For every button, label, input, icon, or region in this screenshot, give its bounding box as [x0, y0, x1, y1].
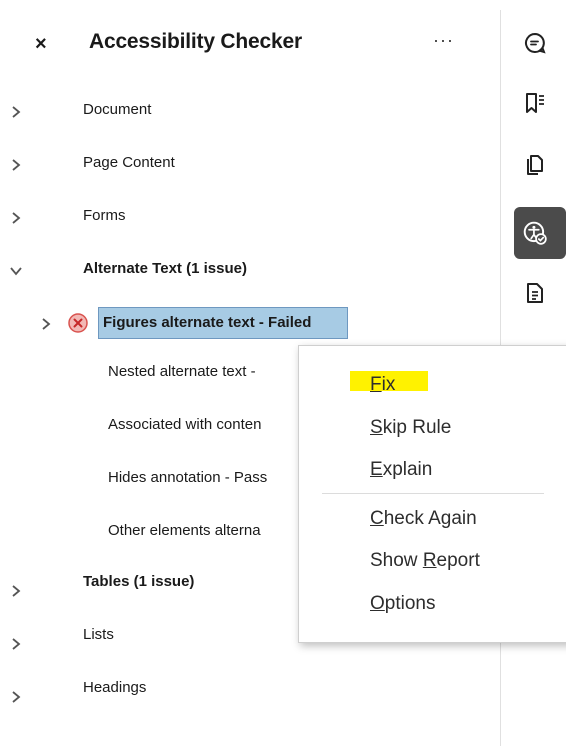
menu-item-show-report-prefix: Show — [370, 550, 423, 571]
menu-item-fix[interactable]: Fix — [370, 372, 395, 398]
menu-item-check-again-mnemonic: C — [370, 508, 384, 529]
tree-item-hides-annotation[interactable]: Hides annotation - Pass — [108, 467, 267, 489]
menu-item-options-label: ptions — [384, 593, 436, 614]
context-menu: Fix Skip Rule Explain Check Again Show R… — [298, 345, 566, 643]
chevron-right-icon[interactable] — [8, 689, 24, 705]
tree-item-alternate-text[interactable]: Alternate Text (1 issue) — [83, 258, 247, 280]
accessibility-icon[interactable] — [518, 216, 552, 250]
menu-item-explain[interactable]: Explain — [370, 457, 432, 483]
menu-item-check-again[interactable]: Check Again — [370, 506, 477, 532]
menu-item-show-report[interactable]: Show Report — [370, 548, 480, 574]
pages-copy-icon[interactable] — [518, 148, 552, 182]
panel-title: Accessibility Checker — [89, 30, 302, 53]
menu-item-fix-mnemonic: F — [370, 374, 382, 395]
tree-item-nested-alternate-text[interactable]: Nested alternate text - — [108, 361, 256, 383]
tree-item-lists[interactable]: Lists — [83, 624, 114, 646]
document-info-icon[interactable] — [518, 276, 552, 310]
tree-item-tables[interactable]: Tables (1 issue) — [83, 571, 194, 593]
close-icon[interactable]: × — [35, 33, 47, 55]
tree-item-page-content[interactable]: Page Content — [83, 152, 175, 174]
menu-item-explain-label: xplain — [382, 459, 433, 480]
chevron-right-icon[interactable] — [8, 583, 24, 599]
menu-item-skip-rule[interactable]: Skip Rule — [370, 415, 451, 441]
tree-item-other-elements[interactable]: Other elements alterna — [108, 520, 261, 542]
menu-item-explain-mnemonic: E — [370, 459, 383, 480]
chevron-right-icon[interactable] — [8, 104, 24, 120]
chevron-down-icon[interactable] — [8, 263, 24, 279]
chevron-right-icon[interactable] — [8, 157, 24, 173]
comment-icon[interactable] — [518, 26, 552, 60]
tree-item-headings[interactable]: Headings — [83, 677, 146, 699]
chevron-right-icon[interactable] — [8, 636, 24, 652]
chevron-right-icon[interactable] — [8, 210, 24, 226]
bookmark-list-icon[interactable] — [518, 86, 552, 120]
tree-item-figures-alternate-text[interactable]: Figures alternate text - Failed — [103, 312, 311, 334]
failed-x-icon — [68, 313, 88, 333]
more-options-icon[interactable]: ··· — [433, 30, 454, 51]
menu-item-skip-rule-mnemonic: S — [370, 417, 383, 438]
menu-item-show-report-label: eport — [436, 550, 480, 571]
chevron-right-icon[interactable] — [38, 316, 54, 332]
menu-item-options-mnemonic: O — [370, 593, 385, 614]
tree-item-document[interactable]: Document — [83, 99, 151, 121]
menu-item-options[interactable]: Options — [370, 591, 435, 617]
menu-separator — [322, 493, 544, 494]
menu-item-fix-label: ix — [381, 374, 396, 395]
menu-item-skip-rule-label: kip Rule — [382, 417, 452, 438]
tree-item-associated-with-content[interactable]: Associated with conten — [108, 414, 261, 436]
menu-item-check-again-label: heck Again — [383, 508, 477, 529]
tree-item-forms[interactable]: Forms — [83, 205, 126, 227]
menu-item-show-report-mnemonic: R — [422, 550, 437, 571]
